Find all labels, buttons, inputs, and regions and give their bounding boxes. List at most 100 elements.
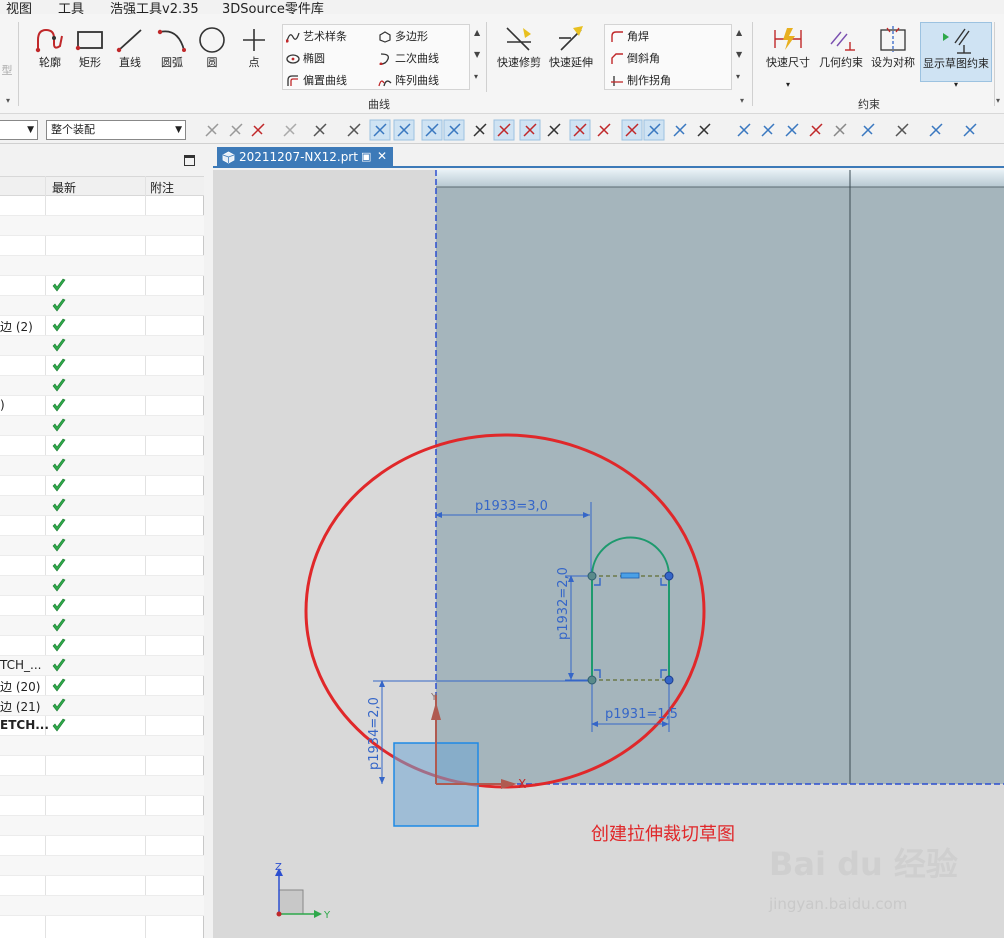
navigator-row[interactable] — [0, 596, 204, 616]
navigator-row[interactable] — [0, 776, 204, 796]
navigator-row[interactable] — [0, 496, 204, 516]
quick-trim-button[interactable]: 快速修剪 — [494, 24, 544, 70]
make-corner-button[interactable]: 制作拐角 — [610, 72, 671, 88]
curve-snap-icon[interactable] — [473, 123, 487, 137]
rect-select-icon[interactable] — [313, 123, 327, 137]
profile-button[interactable]: 轮廓 — [32, 26, 68, 70]
navigator-row[interactable] — [0, 876, 204, 896]
close-tab-icon[interactable]: ✕ — [377, 146, 387, 166]
spline-snap-icon[interactable] — [493, 119, 515, 141]
select-filter-icon[interactable] — [251, 123, 265, 137]
gallery-more-icon[interactable]: ▾ — [474, 72, 478, 81]
ribbon-left-arrow-icon[interactable]: ▾ — [6, 96, 10, 105]
navigator-row[interactable] — [0, 516, 204, 536]
offset-curve-button[interactable]: 偏置曲线 — [286, 72, 347, 88]
cube-icon[interactable] — [929, 123, 943, 137]
corner-down-icon[interactable]: ▼ — [736, 50, 742, 59]
maximize-icon[interactable] — [184, 155, 195, 166]
navigator-row[interactable] — [0, 576, 204, 596]
line-snap-icon[interactable] — [421, 119, 443, 141]
refresh-icon[interactable] — [785, 123, 799, 137]
navigator-row[interactable] — [0, 296, 204, 316]
navigator-row[interactable]: 边 (2) — [0, 316, 204, 336]
point-button[interactable]: 点 — [236, 26, 272, 70]
document-tab[interactable]: 20211207-NX12.prt ▣ ✕ — [217, 147, 393, 168]
line2-snap-icon[interactable] — [443, 119, 465, 141]
geometric-constraints-button[interactable]: 几何约束 — [816, 24, 866, 70]
make-symmetric-button[interactable]: 设为对称 — [868, 24, 918, 70]
navigator-row[interactable] — [0, 436, 204, 456]
assembly-scope-combo[interactable]: 整个装配 ▼ — [46, 120, 186, 140]
show-constraints-arrow-icon[interactable]: ▾ — [954, 80, 958, 89]
line-button[interactable]: 直线 — [112, 26, 148, 70]
navigator-row[interactable] — [0, 416, 204, 436]
point-snap-icon[interactable] — [393, 119, 415, 141]
navigator-row[interactable] — [0, 736, 204, 756]
navigator-row[interactable] — [0, 196, 204, 216]
navigator-row[interactable] — [0, 276, 204, 296]
navigator-row[interactable]: ETCH... — [0, 716, 204, 736]
filter-combo[interactable]: ▼ — [0, 120, 38, 140]
navigator-row[interactable] — [0, 216, 204, 236]
polygon-button[interactable]: 多边形 — [378, 28, 428, 44]
navigator-row[interactable] — [0, 856, 204, 876]
solid-select-icon[interactable] — [369, 119, 391, 141]
cross-snap-icon[interactable] — [621, 119, 643, 141]
corner-more-icon[interactable]: ▾ — [736, 72, 740, 81]
table-icon[interactable] — [861, 123, 875, 137]
studio-spline-button[interactable]: 艺术样条 — [285, 28, 347, 44]
navigator-row[interactable] — [0, 376, 204, 396]
fillet-button[interactable]: 角焊 — [610, 28, 649, 44]
navigator-row[interactable] — [0, 896, 204, 916]
pattern-curve-button[interactable]: 阵列曲线 — [378, 72, 439, 88]
navigator-row[interactable] — [0, 636, 204, 656]
navigator-row[interactable] — [0, 536, 204, 556]
navigator-row[interactable] — [0, 456, 204, 476]
navigator-row[interactable] — [0, 336, 204, 356]
quadrant-snap-icon[interactable] — [597, 123, 611, 137]
gallery-up-icon[interactable]: ▲ — [474, 28, 480, 37]
eraser-icon[interactable] — [347, 123, 361, 137]
layers-icon[interactable] — [833, 123, 847, 137]
pen-icon[interactable] — [809, 123, 823, 137]
ellipse-button[interactable]: 椭圆 — [286, 50, 325, 66]
column-latest[interactable]: 最新 — [52, 179, 76, 196]
navigator-row[interactable] — [0, 356, 204, 376]
gallery-down-icon[interactable]: ▼ — [474, 50, 480, 59]
arc-snap-icon[interactable] — [547, 123, 561, 137]
surface-icon[interactable] — [673, 123, 687, 137]
group-curve-expand-icon[interactable]: ▾ — [740, 96, 744, 105]
conic-button[interactable]: 二次曲线 — [378, 50, 439, 66]
navigator-row[interactable]: 边 (21) — [0, 696, 204, 716]
navigator-row[interactable] — [0, 556, 204, 576]
corner-up-icon[interactable]: ▲ — [736, 28, 742, 37]
navigator-row[interactable] — [0, 236, 204, 256]
column-comment[interactable]: 附注 — [150, 179, 174, 196]
shade-icon[interactable] — [895, 123, 909, 137]
group-constraint-expand-icon[interactable]: ▾ — [996, 96, 1000, 105]
navigator-row[interactable] — [0, 796, 204, 816]
navigator-row[interactable] — [0, 756, 204, 776]
circle-button[interactable]: 圆 — [194, 26, 230, 70]
arc-button[interactable]: 圆弧 — [154, 26, 190, 70]
view-icon[interactable] — [737, 123, 751, 137]
navigator-row[interactable] — [0, 476, 204, 496]
rectangle-button[interactable]: 矩形 — [72, 26, 108, 70]
navigator-row[interactable]: 边 (20) — [0, 676, 204, 696]
quick-extend-button[interactable]: 快速延伸 — [546, 24, 596, 70]
move-icon[interactable] — [963, 123, 977, 137]
center-snap-icon[interactable] — [569, 119, 591, 141]
navigator-row[interactable] — [0, 256, 204, 276]
snap-icon[interactable] — [205, 123, 219, 137]
rapid-dimension-arrow-icon[interactable]: ▾ — [786, 80, 790, 89]
rapid-dimension-button[interactable]: 快速尺寸 — [762, 24, 814, 70]
chamfer-button[interactable]: 倒斜角 — [610, 50, 660, 66]
navigator-row[interactable] — [0, 816, 204, 836]
graphics-window[interactable]: X Y p1933=3,0 p1932=2,0 p1934=2,0 p1931=… — [213, 170, 1004, 938]
navigator-row[interactable] — [0, 616, 204, 636]
navigator-row[interactable]: TCH_... — [0, 656, 204, 676]
navigator-row[interactable]: ) — [0, 396, 204, 416]
rotate-snap-icon[interactable] — [283, 123, 297, 137]
view2-icon[interactable] — [761, 123, 775, 137]
show-sketch-constraints-button[interactable]: 显示草图约束 — [920, 22, 992, 82]
